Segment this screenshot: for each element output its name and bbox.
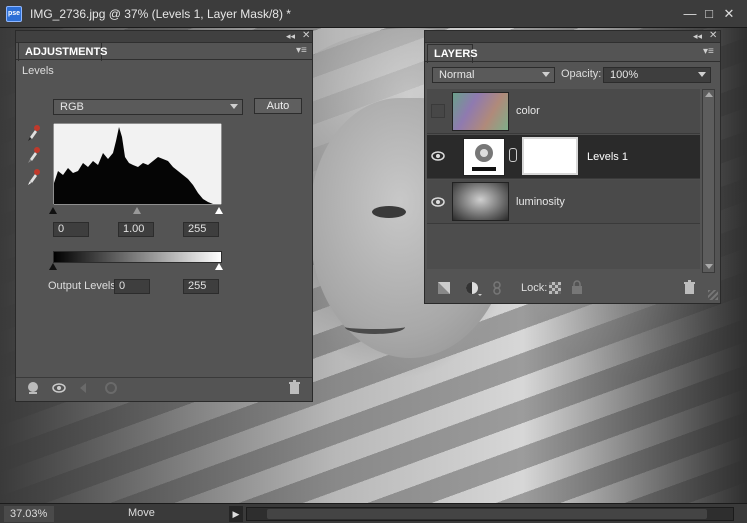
input-white-slider[interactable]: [215, 207, 223, 214]
close-panel-icon[interactable]: ✕: [302, 30, 310, 41]
close-icon[interactable]: ✕: [721, 6, 737, 22]
output-black-slider[interactable]: [49, 263, 57, 270]
black-eyedropper-icon[interactable]: [26, 124, 40, 142]
collapse-icon[interactable]: ◂◂: [286, 31, 295, 42]
new-layer-icon[interactable]: [437, 281, 451, 295]
app-icon: pse: [6, 6, 22, 22]
reset-icon[interactable]: [104, 381, 118, 395]
input-white-field[interactable]: 255: [183, 222, 219, 237]
trash-icon[interactable]: [683, 280, 696, 295]
visibility-toggle-empty[interactable]: [431, 104, 445, 118]
adjustment-thumbnail: [463, 138, 505, 176]
output-gradient: [53, 251, 222, 263]
chevron-down-icon: [542, 72, 550, 77]
tab-divider: [425, 61, 720, 62]
chain-link-icon[interactable]: [509, 148, 517, 162]
horizontal-scrollbar[interactable]: [246, 507, 734, 521]
output-white-field[interactable]: 255: [183, 279, 219, 294]
lock-label: Lock:: [521, 282, 548, 294]
layers-scrollbar[interactable]: [702, 89, 715, 273]
maximize-icon[interactable]: □: [701, 6, 717, 22]
photo-mouth: [345, 320, 405, 334]
document-title: IMG_2736.jpg @ 37% (Levels 1, Layer Mask…: [30, 7, 291, 21]
layers-panel: ◂◂ ✕ LAYERS ▾≡ Normal Opacity: 100% colo…: [424, 30, 721, 304]
status-menu-arrow-icon[interactable]: ▶: [229, 506, 243, 522]
layers-list: color Levels 1 luminosity: [427, 89, 700, 269]
input-gamma-field[interactable]: 1.00: [118, 222, 154, 237]
resize-grip-icon[interactable]: [708, 290, 718, 300]
panel-menu-icon[interactable]: ▾≡: [703, 46, 714, 57]
output-levels-label: Output Levels:: [48, 280, 119, 292]
white-eyedropper-icon[interactable]: [26, 168, 40, 186]
link-layers-icon[interactable]: [492, 281, 502, 295]
histogram: [53, 123, 222, 205]
status-bar: 37.03% Move ▶: [0, 503, 747, 523]
eye-icon[interactable]: [431, 150, 445, 162]
scroll-down-icon[interactable]: [705, 264, 713, 269]
output-black-field[interactable]: 0: [114, 279, 150, 294]
footer-divider: [16, 377, 312, 378]
chevron-down-icon: [698, 72, 706, 77]
layer-row-selected[interactable]: Levels 1: [427, 135, 700, 179]
layer-mask-thumbnail[interactable]: [522, 137, 578, 175]
blend-mode-dropdown[interactable]: Normal: [432, 67, 555, 83]
adjustments-panel: ◂◂ ✕ ADJUSTMENTS ▾≡ Levels RGB Auto 0 1.…: [15, 30, 313, 402]
gray-eyedropper-icon[interactable]: [26, 146, 40, 164]
opacity-value: 100%: [610, 69, 639, 81]
clip-to-layer-icon[interactable]: [26, 381, 40, 395]
panel-menu-icon[interactable]: ▾≡: [296, 45, 307, 56]
input-black-slider[interactable]: [49, 207, 57, 214]
channel-dropdown[interactable]: RGB: [53, 99, 243, 115]
zoom-field[interactable]: 37.03%: [4, 506, 54, 522]
minimize-icon[interactable]: —: [682, 6, 698, 22]
output-white-slider[interactable]: [215, 263, 223, 270]
collapse-icon[interactable]: ◂◂: [693, 31, 702, 42]
trash-icon[interactable]: [288, 380, 301, 395]
scroll-up-icon[interactable]: [705, 92, 713, 97]
lock-transparency-icon[interactable]: [549, 282, 561, 294]
blend-mode-value: Normal: [439, 69, 475, 81]
opacity-label: Opacity:: [561, 68, 602, 80]
title-bar: pse IMG_2736.jpg @ 37% (Levels 1, Layer …: [0, 0, 747, 28]
layer-name: Levels 1: [587, 151, 628, 163]
visibility-eye-icon[interactable]: [52, 382, 66, 394]
opacity-field[interactable]: 100%: [603, 67, 711, 83]
layer-name: color: [516, 105, 540, 117]
layer-name: luminosity: [516, 196, 565, 208]
input-black-field[interactable]: 0: [53, 222, 89, 237]
layer-row[interactable]: color: [427, 89, 700, 134]
tab-divider: [16, 59, 312, 60]
layer-row[interactable]: luminosity: [427, 180, 700, 224]
previous-state-icon[interactable]: [78, 382, 92, 394]
eye-icon[interactable]: [431, 196, 445, 208]
levels-adjustment-icon: [464, 139, 504, 175]
lock-icon[interactable]: [571, 280, 583, 294]
channel-value: RGB: [60, 101, 84, 113]
auto-button[interactable]: Auto: [254, 98, 302, 114]
layer-thumbnail: [452, 182, 509, 221]
scroll-thumb[interactable]: [267, 509, 707, 519]
new-fill-adjustment-icon[interactable]: [465, 281, 483, 297]
tool-name: Move: [128, 507, 155, 519]
photo-eye: [372, 206, 406, 218]
chevron-down-icon: [230, 104, 238, 109]
layer-thumbnail: [452, 92, 509, 131]
panel-header[interactable]: ◂◂ ✕: [425, 30, 720, 43]
input-gamma-slider[interactable]: [133, 207, 141, 214]
adjustment-type-label: Levels: [22, 65, 54, 77]
close-panel-icon[interactable]: ✕: [709, 30, 717, 41]
